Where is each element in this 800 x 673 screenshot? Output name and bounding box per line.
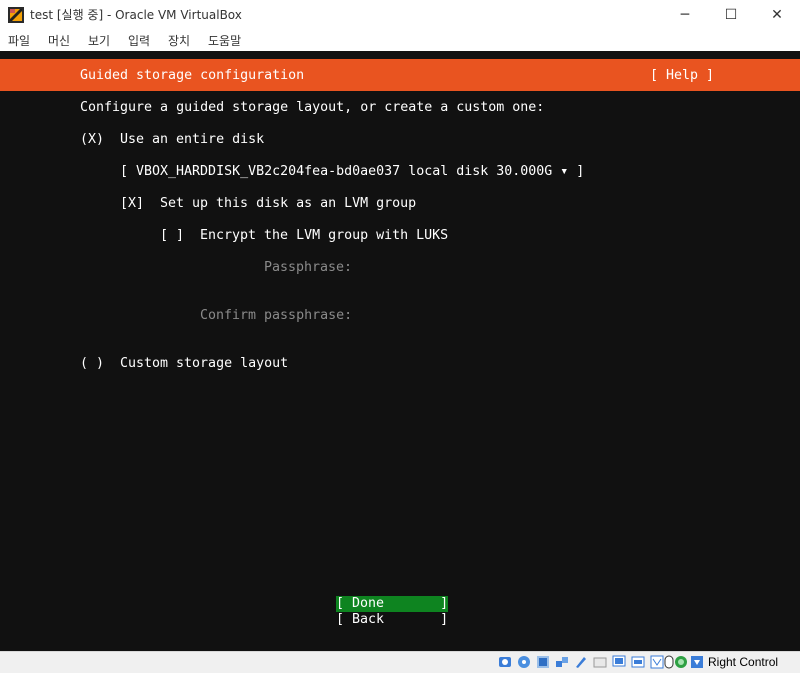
- optical-drive-icon[interactable]: [517, 655, 531, 669]
- confirm-passphrase-label: Confirm passphrase:: [200, 308, 353, 323]
- vm-screen[interactable]: Guided storage configuration [ Help ] Co…: [0, 51, 800, 651]
- close-button[interactable]: ✕: [754, 0, 800, 29]
- close-icon: ✕: [771, 6, 783, 23]
- maximize-button[interactable]: ☐: [708, 0, 754, 29]
- host-key-label[interactable]: Right Control: [708, 655, 778, 669]
- video-capture-icon[interactable]: [631, 655, 645, 669]
- intro-text: Configure a guided storage layout, or cr…: [80, 100, 545, 115]
- display-icon[interactable]: [612, 655, 626, 669]
- network-icon[interactable]: [555, 655, 569, 669]
- cpu-icon[interactable]: [674, 655, 688, 669]
- page-title: Guided storage configuration: [80, 68, 305, 83]
- disk-select[interactable]: [ VBOX_HARDDISK_VB2c204fea-bd0ae037 loca…: [120, 164, 584, 180]
- custom-layout-label: Custom storage layout: [120, 356, 289, 371]
- menu-file[interactable]: 파일: [8, 32, 30, 49]
- menu-devices[interactable]: 장치: [168, 32, 190, 49]
- menu-input[interactable]: 입력: [128, 32, 150, 49]
- virtualbox-app-icon: [8, 7, 24, 23]
- passphrase-label: Passphrase:: [264, 260, 353, 275]
- hard-disk-icon[interactable]: [498, 655, 512, 669]
- usb-icon[interactable]: [574, 655, 588, 669]
- keyboard-icon[interactable]: [690, 655, 704, 669]
- shared-folders-icon[interactable]: [593, 655, 607, 669]
- menu-machine[interactable]: 머신: [48, 32, 70, 49]
- minimize-button[interactable]: ─: [662, 0, 708, 29]
- audio-icon[interactable]: [536, 655, 550, 669]
- maximize-icon: ☐: [724, 6, 738, 23]
- menu-help[interactable]: 도움말: [208, 32, 241, 49]
- window-titlebar: test [실행 중] - Oracle VM VirtualBox ─ ☐ ✕: [0, 0, 800, 29]
- menu-bar: 파일 머신 보기 입력 장치 도움말: [0, 29, 800, 51]
- lvm-checkbox[interactable]: [X]: [120, 196, 144, 212]
- entire-disk-label: Use an entire disk: [120, 132, 265, 147]
- back-button[interactable]: [ Back ]: [336, 612, 448, 628]
- window-title: test [실행 중] - Oracle VM VirtualBox: [30, 8, 242, 22]
- encrypt-label: Encrypt the LVM group with LUKS: [200, 228, 449, 243]
- entire-disk-radio[interactable]: (X): [80, 132, 104, 148]
- custom-layout-radio[interactable]: ( ): [80, 356, 104, 372]
- menu-view[interactable]: 보기: [88, 32, 110, 49]
- status-bar: Right Control: [0, 651, 800, 673]
- done-button[interactable]: [ Done ]: [336, 596, 449, 612]
- lvm-label: Set up this disk as an LVM group: [160, 196, 417, 211]
- encrypt-checkbox[interactable]: [ ]: [160, 228, 184, 244]
- minimize-icon: ─: [680, 6, 690, 23]
- help-button[interactable]: [ Help ]: [650, 68, 714, 84]
